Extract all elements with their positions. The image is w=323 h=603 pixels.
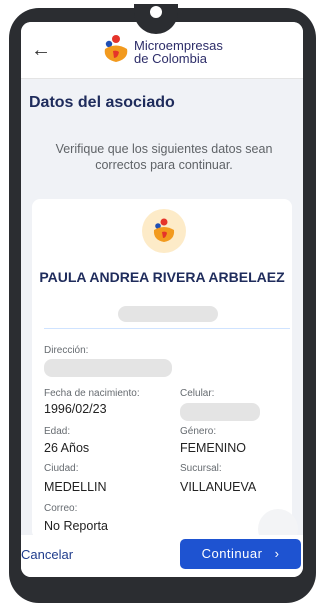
card-divider [44, 328, 290, 329]
city-value: MEDELLIN [44, 480, 107, 494]
redacted-address [44, 359, 172, 377]
cancel-button[interactable]: Cancelar [21, 547, 73, 562]
chevron-right-icon: › [274, 546, 280, 561]
avatar [142, 209, 186, 253]
app-screen: ← Microempresas de Colombia Datos del as… [21, 22, 303, 577]
address-label: Dirección: [44, 345, 89, 356]
action-bar: Cancelar Continuar › [21, 535, 303, 577]
branch-label: Sucursal: [180, 463, 222, 474]
avatar-logo-icon [153, 218, 175, 242]
phone-label: Celular: [180, 388, 215, 399]
gender-value: FEMENINO [180, 441, 246, 455]
branch-value: VILLANUEVA [180, 480, 257, 494]
gender-label: Género: [180, 426, 217, 437]
birth-date-value: 1996/02/23 [44, 402, 107, 416]
brand-logo: Microempresas de Colombia [101, 32, 241, 72]
associate-name: PAULA ANDREA RIVERA ARBELAEZ [39, 269, 285, 285]
continue-label: Continuar [201, 546, 263, 561]
page-title: Datos del asociado [29, 94, 175, 111]
logo-text: Microempresas de Colombia [134, 39, 223, 65]
logo-mark-icon [104, 35, 128, 62]
associate-card: PAULA ANDREA RIVERA ARBELAEZ Dirección: … [32, 199, 298, 549]
redacted-id [118, 306, 218, 322]
email-label: Correo: [44, 503, 78, 514]
logo-line-2: de Colombia [134, 51, 207, 66]
email-value: No Reporta [44, 519, 108, 533]
back-arrow-icon[interactable]: ← [31, 40, 51, 60]
phone-mockup: ← Microempresas de Colombia Datos del as… [0, 0, 323, 603]
birth-date-label: Fecha de nacimiento: [44, 388, 140, 399]
camera-lens [150, 6, 162, 18]
main-content: Datos del asociado Verifique que los sig… [21, 79, 303, 549]
continue-button[interactable]: Continuar › [180, 539, 301, 569]
page-subtitle: Verifique que los siguientes datos sean … [55, 142, 273, 172]
age-value: 26 Años [44, 441, 90, 455]
redacted-phone [180, 403, 260, 421]
age-label: Edad: [44, 426, 71, 437]
city-label: Ciudad: [44, 463, 79, 474]
